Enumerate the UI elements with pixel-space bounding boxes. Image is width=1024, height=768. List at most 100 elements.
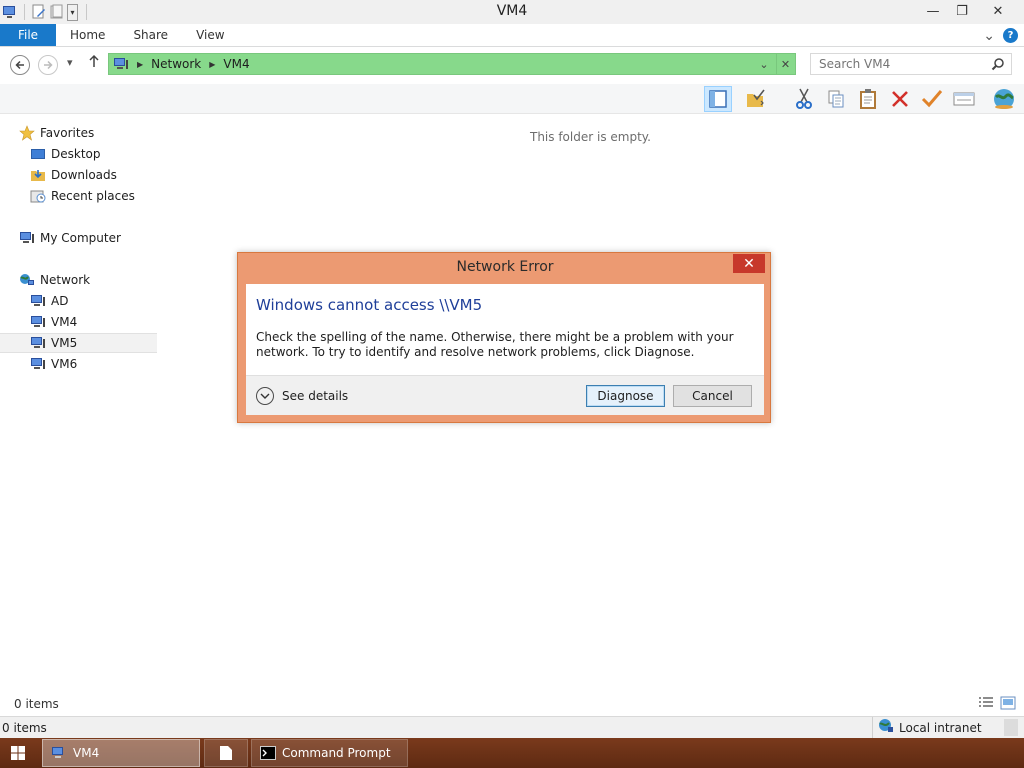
nav-item-recent-places[interactable]: Recent places <box>30 186 135 206</box>
scissors-icon <box>796 88 812 109</box>
taskbar-item-document[interactable] <box>204 739 248 767</box>
delete-x-icon <box>892 91 908 107</box>
see-details-label: See details <box>282 389 349 403</box>
quick-access-toolbar: ▾ <box>0 0 93 24</box>
title-bar: ▾ VM4 — ❐ ✕ <box>0 0 1024 24</box>
chevron-down-icon <box>256 387 274 405</box>
nav-item-host-ad[interactable]: AD <box>30 291 68 311</box>
dialog-footer: See details Diagnose Cancel <box>246 375 764 415</box>
breadcrumb-separator-icon: ▶ <box>137 59 144 69</box>
address-dropdown-icon[interactable]: ⌄ <box>755 54 773 74</box>
empty-folder-message: This folder is empty. <box>530 130 651 144</box>
copy-button[interactable] <box>822 86 850 112</box>
star-icon <box>19 125 35 141</box>
rename-button[interactable] <box>918 86 946 112</box>
dialog-message: Check the spelling of the name. Otherwis… <box>256 330 734 359</box>
command-toolbar <box>0 84 1024 114</box>
folder-check-icon <box>747 89 765 107</box>
nav-item-host-vm6[interactable]: VM6 <box>30 354 77 374</box>
properties-icon[interactable] <box>31 4 47 20</box>
item-count-bottom: 0 items <box>2 720 47 735</box>
tab-share[interactable]: Share <box>119 24 182 46</box>
customize-qat-icon[interactable]: ▾ <box>67 3 78 21</box>
checkmark-icon <box>921 90 943 108</box>
network-icon <box>113 56 129 72</box>
forward-button[interactable] <box>38 55 58 75</box>
nav-item-downloads[interactable]: Downloads <box>30 165 117 185</box>
help-icon[interactable]: ? <box>1003 28 1018 43</box>
properties-button[interactable] <box>950 86 978 112</box>
taskbar: VM4 Command Prompt <box>0 738 1024 768</box>
nav-item-favorites[interactable]: Favorites <box>19 123 94 143</box>
computer-icon[interactable] <box>2 4 18 20</box>
computer-icon <box>52 747 63 758</box>
restore-button[interactable]: ❐ <box>947 0 977 22</box>
network-globe-button[interactable] <box>990 86 1018 112</box>
nav-item-desktop[interactable]: Desktop <box>30 144 101 164</box>
downloads-folder-icon <box>30 167 46 183</box>
diagnose-button[interactable]: Diagnose <box>586 385 665 407</box>
cancel-button[interactable]: Cancel <box>673 385 752 407</box>
clipboard-icon <box>860 89 876 109</box>
nav-item-host-vm4[interactable]: VM4 <box>30 312 77 332</box>
breadcrumb-vm4[interactable]: VM4 <box>223 57 249 71</box>
intranet-globe-icon <box>878 718 894 737</box>
dialog-body: Windows cannot access \\VM5 Check the sp… <box>246 284 764 415</box>
dialog-title: Network Error <box>456 259 554 275</box>
breadcrumb-network[interactable]: Network <box>151 57 201 71</box>
address-clear-icon[interactable]: ✕ <box>776 54 794 74</box>
dialog-close-button[interactable]: ✕ <box>733 254 765 273</box>
recent-locations-icon[interactable]: ▾ <box>67 56 73 69</box>
item-count: 0 items <box>14 697 59 711</box>
cut-button[interactable] <box>790 86 818 112</box>
breadcrumb-separator-icon: ▶ <box>209 59 216 69</box>
search-icon[interactable] <box>991 57 1005 74</box>
copy-icon <box>828 90 844 108</box>
tab-file[interactable]: File <box>0 24 56 46</box>
network-error-dialog: Network Error ✕ Windows cannot access \\… <box>237 252 771 423</box>
tab-view[interactable]: View <box>182 24 238 46</box>
nav-item-network[interactable]: Network <box>19 270 90 290</box>
navigation-pane: Favorites Desktop Downloads Recent place… <box>0 115 157 688</box>
command-prompt-icon <box>260 746 276 760</box>
taskbar-item-command-prompt[interactable]: Command Prompt <box>251 739 408 767</box>
select-all-button[interactable] <box>742 86 770 112</box>
expand-ribbon-icon[interactable]: ⌄ <box>983 28 995 44</box>
document-icon <box>220 746 232 760</box>
properties-card-icon <box>953 92 975 106</box>
new-folder-icon[interactable] <box>49 4 65 20</box>
computer-icon <box>30 356 46 372</box>
taskbar-item-explorer[interactable]: VM4 <box>42 739 200 767</box>
recent-places-icon <box>30 188 46 204</box>
resize-grip[interactable] <box>1004 719 1018 736</box>
details-view-icon[interactable] <box>978 696 994 713</box>
address-bar[interactable]: ▶ Network ▶ VM4 ⌄ ✕ <box>108 53 796 75</box>
large-icons-view-icon[interactable] <box>1000 696 1016 713</box>
back-button[interactable] <box>10 55 30 75</box>
security-zone: Local intranet <box>872 717 982 738</box>
minimize-button[interactable]: — <box>918 0 948 22</box>
dialog-heading: Windows cannot access \\VM5 <box>256 296 483 314</box>
up-arrow-icon[interactable] <box>88 54 100 71</box>
search-box[interactable] <box>810 53 1012 75</box>
computer-icon <box>30 335 46 351</box>
status-bar: 0 items <box>0 692 1024 716</box>
see-details-toggle[interactable]: See details <box>256 387 348 405</box>
computer-icon <box>30 314 46 330</box>
nav-item-host-vm5[interactable]: VM5 <box>0 333 157 353</box>
nav-item-my-computer[interactable]: My Computer <box>19 228 121 248</box>
windows-logo-icon <box>11 746 25 760</box>
start-button[interactable] <box>0 738 36 768</box>
preview-pane-button[interactable] <box>704 86 732 112</box>
network-globe-icon <box>19 272 35 288</box>
computer-icon <box>30 293 46 309</box>
globe-icon <box>994 89 1014 109</box>
tab-home[interactable]: Home <box>56 24 119 46</box>
delete-button[interactable] <box>886 86 914 112</box>
details-status-bar: 0 items Local intranet <box>0 716 1024 738</box>
paste-button[interactable] <box>854 86 882 112</box>
close-button[interactable]: ✕ <box>983 0 1013 22</box>
address-row: ▾ ▶ Network ▶ VM4 ⌄ ✕ <box>0 48 1024 84</box>
search-input[interactable] <box>811 57 983 71</box>
computer-icon <box>19 230 35 246</box>
